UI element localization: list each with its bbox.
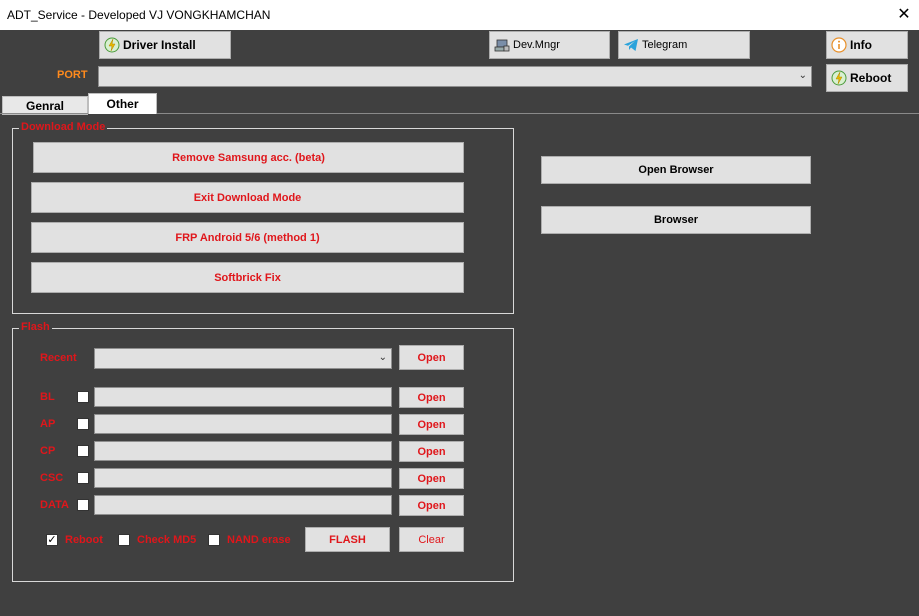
telegram-label: Telegram	[642, 39, 688, 51]
open-browser-button[interactable]: Open Browser	[541, 156, 811, 184]
cp-label: CP	[40, 445, 56, 457]
csc-path-field[interactable]	[94, 468, 392, 488]
driver-install-button[interactable]: Driver Install	[99, 31, 231, 59]
close-icon[interactable]: ✕	[895, 6, 913, 24]
data-open-button[interactable]: Open	[399, 495, 464, 516]
flash-title: Flash	[19, 321, 52, 333]
bl-open-button[interactable]: Open	[399, 387, 464, 408]
csc-checkbox[interactable]	[77, 472, 89, 484]
recent-label: Recent	[40, 352, 77, 364]
remove-samsung-acc-button[interactable]: Remove Samsung acc. (beta)	[33, 142, 464, 173]
info-button[interactable]: Info	[826, 31, 908, 59]
recent-open-button[interactable]: Open	[399, 345, 464, 370]
dev-mngr-label: Dev.Mngr	[513, 39, 560, 51]
bl-checkbox[interactable]	[77, 391, 89, 403]
port-select[interactable]: ⌄	[98, 66, 812, 87]
info-icon	[831, 37, 847, 53]
reboot-label: Reboot	[850, 71, 892, 85]
title-bar: ADT_Service - Developed VJ VONGKHAMCHAN …	[0, 0, 919, 30]
ap-checkbox[interactable]	[77, 418, 89, 430]
data-checkbox[interactable]	[77, 499, 89, 511]
telegram-icon	[624, 39, 638, 51]
csc-open-button[interactable]: Open	[399, 468, 464, 489]
nand-erase-checkbox[interactable]	[208, 534, 220, 546]
cp-open-button[interactable]: Open	[399, 441, 464, 462]
bolt-icon	[831, 70, 847, 86]
info-label: Info	[850, 38, 872, 52]
tab-other[interactable]: Other	[88, 93, 157, 114]
data-path-field[interactable]	[94, 495, 392, 515]
chevron-down-icon: ⌄	[378, 352, 387, 363]
telegram-button[interactable]: Telegram	[618, 31, 750, 59]
bl-label: BL	[40, 391, 55, 403]
window-title: ADT_Service - Developed VJ VONGKHAMCHAN	[7, 8, 271, 22]
nand-erase-label: NAND erase	[227, 534, 291, 546]
port-label: PORT	[57, 69, 88, 81]
flash-button[interactable]: FLASH	[305, 527, 390, 552]
reboot-button[interactable]: Reboot	[826, 64, 908, 92]
ap-label: AP	[40, 418, 56, 430]
browser-button[interactable]: Browser	[541, 206, 811, 234]
reboot-option-label: Reboot	[65, 534, 103, 546]
download-mode-title: Download Mode	[19, 121, 108, 133]
exit-download-mode-button[interactable]: Exit Download Mode	[31, 182, 464, 213]
data-label: DATA	[40, 499, 69, 511]
check-md5-checkbox[interactable]	[118, 534, 130, 546]
dev-mngr-button[interactable]: Dev.Mngr	[489, 31, 610, 59]
ap-path-field[interactable]	[94, 414, 392, 434]
device-manager-icon	[494, 39, 510, 52]
reboot-checkbox[interactable]: ✓	[46, 534, 58, 546]
cp-checkbox[interactable]	[77, 445, 89, 457]
bolt-icon	[104, 37, 120, 53]
ap-open-button[interactable]: Open	[399, 414, 464, 435]
driver-install-label: Driver Install	[123, 38, 196, 52]
chevron-down-icon: ⌄	[798, 70, 807, 81]
clear-button[interactable]: Clear	[399, 527, 464, 552]
check-md5-label: Check MD5	[137, 534, 197, 546]
recent-select[interactable]: ⌄	[94, 348, 392, 369]
frp-android-button[interactable]: FRP Android 5/6 (method 1)	[31, 222, 464, 253]
cp-path-field[interactable]	[94, 441, 392, 461]
bl-path-field[interactable]	[94, 387, 392, 407]
csc-label: CSC	[40, 472, 64, 484]
softbrick-fix-button[interactable]: Softbrick Fix	[31, 262, 464, 293]
